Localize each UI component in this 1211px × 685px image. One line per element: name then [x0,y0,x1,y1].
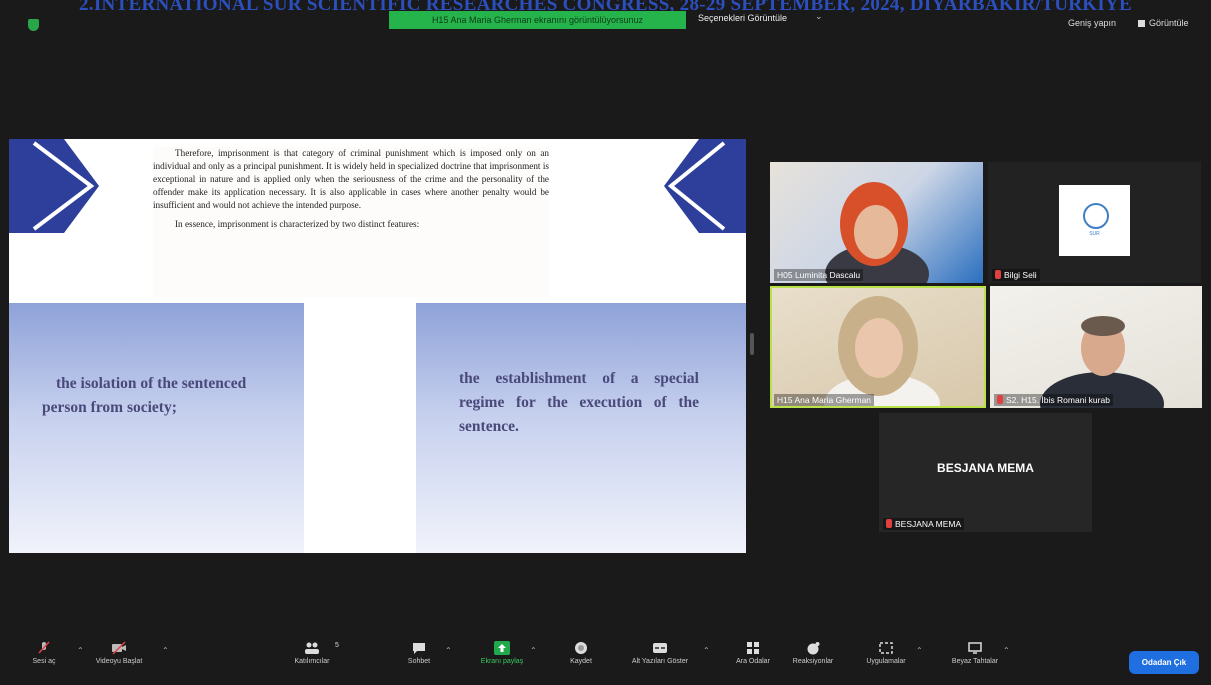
participant-video [825,182,929,283]
feature-right-text: the establishment of a special regime fo… [459,370,699,435]
whiteboard-options-caret[interactable]: ⌃ [1003,646,1010,655]
slide-paragraph-1: Therefore, imprisonment is that category… [153,148,549,210]
split-view-divider[interactable] [750,333,754,355]
view-label: Görüntüle [1149,18,1189,28]
participant-tile-1[interactable]: H05 Luminita Dascalu [770,162,983,283]
start-video-button[interactable]: Videoyu Başlat [92,634,146,665]
captions-icon [653,643,667,653]
feature-left-text: the isolation of the sentenced person fr… [42,372,302,420]
meeting-toolbar: Sesi aç ⌃ Videoyu Başlat ⌃ Katılımcılar … [0,634,1211,685]
audio-options-caret[interactable]: ⌃ [77,646,84,655]
muted-mic-icon [995,270,1001,279]
share-screen-icon [494,641,510,655]
whiteboard-icon [968,642,982,654]
participants-count: 5 [335,642,339,649]
breakout-rooms-button[interactable]: Ara Odalar [734,634,772,665]
screen-share-banner: H15 Ana Maria Gherman ekranını görüntülü… [389,11,686,29]
apps-button[interactable]: Uygulamalar [862,634,910,665]
shared-slide: Therefore, imprisonment is that category… [9,139,746,553]
participant-display-name: BESJANA MEMA [937,461,1034,475]
reactions-icon [807,642,820,655]
apps-options-caret[interactable]: ⌃ [916,646,923,655]
participant-name: BESJANA MEMA [883,518,965,530]
left-chevron-shape [9,139,99,233]
share-screen-button[interactable]: Ekranı paylaş [480,634,524,665]
microphone-muted-icon [38,641,50,654]
participant-name: H15 Ana Maria Gherman [774,394,875,406]
chat-icon [413,643,425,654]
view-button[interactable]: Görüntüle [1138,18,1189,28]
participant-name: Bilgi Seli [992,269,1040,281]
exit-fullscreen-button[interactable]: Geniş yapın [1068,18,1116,28]
video-options-caret[interactable]: ⌃ [162,646,169,655]
unmute-button[interactable]: Sesi aç [26,634,62,665]
video-off-icon [112,641,126,655]
captions-options-caret[interactable]: ⌃ [703,646,710,655]
reactions-button[interactable]: Reaksiyonlar [790,634,836,665]
profile-logo: SUR [1059,185,1130,256]
feature-block-left: the isolation of the sentenced person fr… [9,303,304,553]
chevron-down-icon[interactable]: ⌄ [815,11,823,22]
slide-paragraph-2: In essence, imprisonment is characterize… [175,219,420,229]
muted-mic-icon [886,519,892,528]
chat-button[interactable]: Sohbet [400,634,438,665]
leave-meeting-button[interactable]: Odadan Çık [1129,651,1199,674]
breakout-rooms-icon [747,642,759,654]
participant-tile-5[interactable]: BESJANA MEMA BESJANA MEMA [879,413,1092,532]
grid-icon [1138,20,1145,28]
participant-name: H05 Luminita Dascalu [774,269,864,281]
feature-block-right: the establishment of a special regime fo… [416,303,746,553]
participant-video [1040,316,1164,408]
participants-icon [305,642,319,654]
right-chevron-shape [664,139,746,233]
participant-name: S2. H15. İbis Romani kurab [994,394,1113,406]
chat-options-caret[interactable]: ⌃ [445,646,452,655]
security-shield-icon[interactable] [28,19,39,31]
captions-button[interactable]: Alt Yazıları Göster [622,634,698,665]
logo-text: SUR [1089,231,1100,237]
participants-button[interactable]: Katılımcılar [290,634,334,665]
record-icon [575,642,587,654]
share-options-caret[interactable]: ⌃ [530,646,537,655]
muted-mic-icon [997,395,1003,404]
slide-text-box: Therefore, imprisonment is that category… [153,147,549,297]
participant-video [824,296,940,408]
participant-tile-4[interactable]: S2. H15. İbis Romani kurab [990,286,1202,408]
whiteboard-button[interactable]: Beyaz Tahtalar [950,634,1000,665]
logo-circle-icon [1083,203,1109,229]
participant-tile-3[interactable]: H15 Ana Maria Gherman [770,286,986,408]
participant-tile-2[interactable]: SUR Bilgi Seli [988,162,1201,283]
apps-icon [879,642,893,654]
feature-left-line1: the isolation of the sentenced [56,375,247,392]
feature-left-line2: person from society; [42,399,177,416]
record-button[interactable]: Kaydet [562,634,600,665]
view-options-button[interactable]: Seçenekleri Görüntüle [698,13,787,23]
